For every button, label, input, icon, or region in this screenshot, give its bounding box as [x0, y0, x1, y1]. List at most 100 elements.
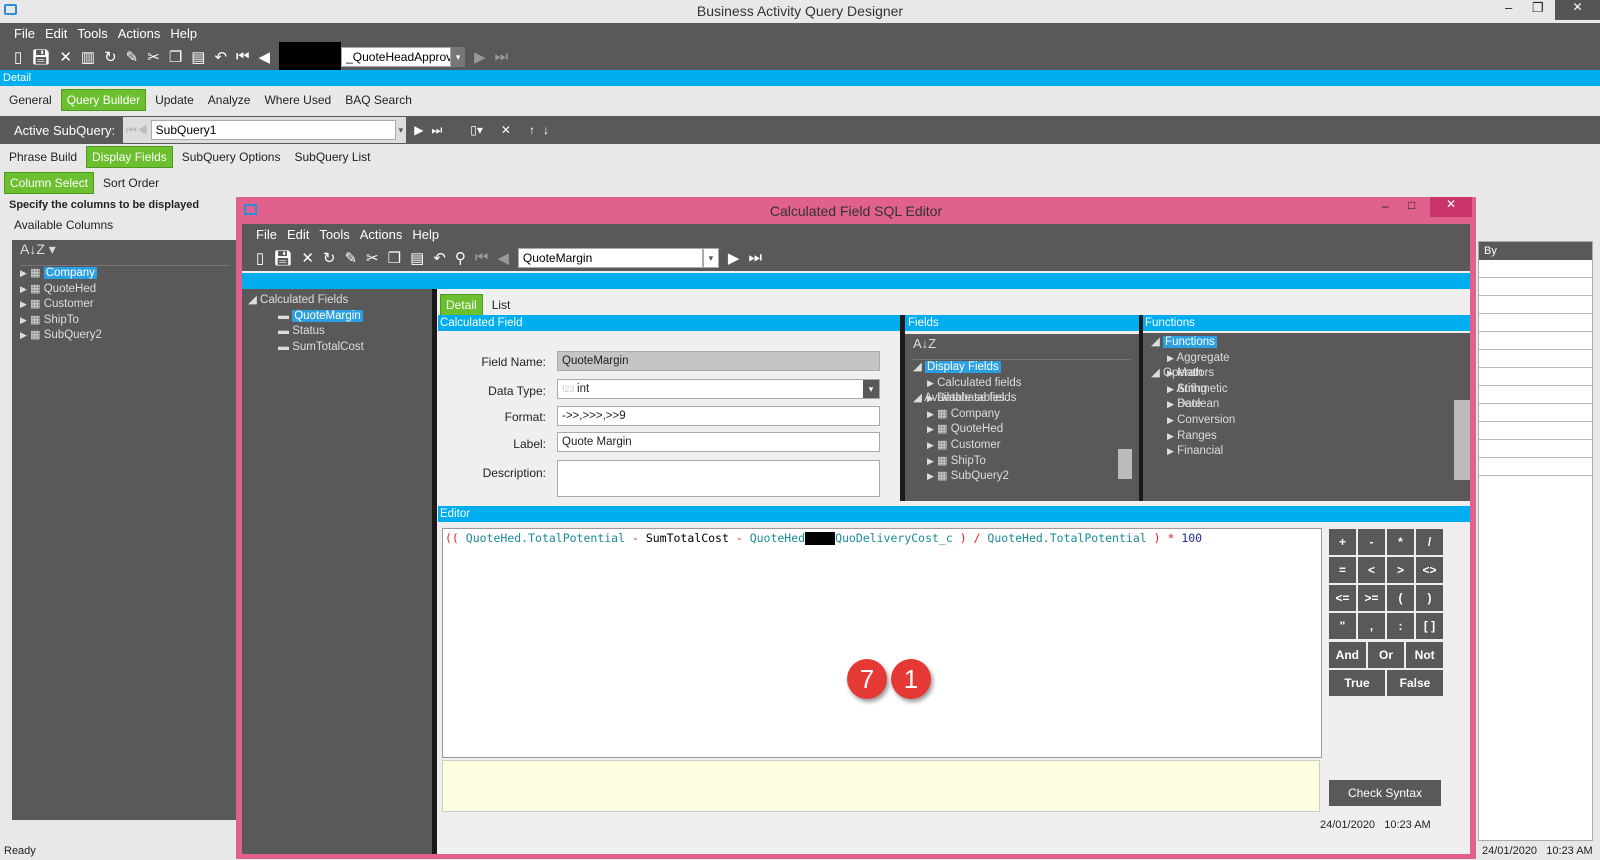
format-input[interactable]: ->>,>>>,>>9 [557, 406, 880, 426]
key-button[interactable]: , [1357, 612, 1386, 640]
table-subquery2[interactable]: ▶ ▦ SubQuery2 [913, 469, 1131, 485]
true-button[interactable]: True [1328, 669, 1386, 697]
expression-editor[interactable]: (( QuoteHed.TotalPotential - SumTotalCos… [442, 528, 1322, 758]
delete-icon[interactable]: ✕ [501, 123, 511, 137]
paste-icon[interactable]: ▤ [410, 249, 424, 267]
function-group-aggregate[interactable]: ▶ Aggregate [1151, 351, 1462, 367]
table-shipto[interactable]: ▶ ▦ ShipTo [913, 454, 1131, 470]
key-button[interactable]: >= [1357, 584, 1386, 612]
tab-analyze[interactable]: Analyze [203, 90, 256, 110]
sort-az-icon[interactable]: A↓Z [913, 336, 1131, 360]
function-group-ranges[interactable]: ▶ Ranges [1151, 429, 1462, 445]
check-syntax-button[interactable]: Check Syntax [1328, 779, 1442, 807]
prev-icon[interactable]: ◀ [259, 48, 271, 66]
display-columns-grid[interactable]: By [1478, 241, 1593, 841]
tab-subquery-options[interactable]: SubQuery Options [177, 147, 286, 167]
grid-row[interactable] [1479, 458, 1592, 476]
menu-edit[interactable]: Edit [287, 227, 309, 242]
calc-field-select[interactable]: QuoteMargin [517, 247, 703, 268]
function-group-conversion[interactable]: ▶ Conversion [1151, 413, 1462, 429]
chevron-down-icon[interactable]: ▾ [399, 125, 404, 136]
functions-tree[interactable]: ◢ Functions ▶ Aggregate ▶ Math ▶ String ▶ D… [1143, 333, 1470, 501]
key-button[interactable]: [ ] [1415, 612, 1444, 640]
menu-tools[interactable]: Tools [319, 227, 349, 242]
tab-query-builder[interactable]: Query Builder [60, 89, 147, 111]
available-columns-tree[interactable]: A↓Z ▾ ▶ ▦ Company ▶ ▦ QuoteHed ▶ ▦ Custome… [12, 240, 237, 820]
menu-actions[interactable]: Actions [118, 26, 161, 41]
undo-icon[interactable]: ↶ [214, 48, 227, 66]
and-button[interactable]: And [1328, 641, 1367, 669]
dialog-close-button[interactable]: ✕ [1430, 197, 1472, 217]
last-icon[interactable]: ⏭ [495, 48, 509, 65]
label-input[interactable]: Quote Margin [557, 432, 880, 452]
grid-row[interactable] [1479, 368, 1592, 386]
fields-scrollbar[interactable] [1118, 449, 1132, 479]
tab-list[interactable]: List [487, 295, 516, 315]
calc-field-status[interactable]: ▬ Status [248, 324, 426, 340]
next-icon[interactable]: ▶ [728, 249, 740, 267]
key-button[interactable]: ) [1415, 584, 1444, 612]
clear-icon[interactable]: ✎ [344, 249, 357, 267]
menu-file[interactable]: File [14, 26, 35, 41]
prev-icon[interactable]: ◀ [497, 249, 509, 267]
tab-general[interactable]: General [4, 90, 57, 110]
sort-az-icon[interactable]: A↓Z ▾ [20, 241, 229, 266]
tree-root[interactable]: ◢ Calculated Fields [248, 293, 426, 309]
tab-phrase-build[interactable]: Phrase Build [4, 147, 82, 167]
grid-row[interactable] [1479, 260, 1592, 278]
delete-icon[interactable]: ✕ [301, 249, 314, 267]
new-icon[interactable]: ▯ [14, 48, 22, 66]
last-icon[interactable]: ⏭ [431, 123, 442, 138]
cut-icon[interactable]: ✂ [366, 249, 379, 267]
operator-group-boolean[interactable]: ▶ Boolean [1151, 397, 1462, 413]
search-icon[interactable]: ⚲ [455, 249, 466, 267]
close-button[interactable]: ✕ [1555, 0, 1600, 20]
next-icon[interactable]: ▶ [474, 48, 486, 66]
refresh-icon[interactable]: ↻ [104, 48, 117, 66]
key-button[interactable]: " [1328, 612, 1357, 640]
key-button[interactable]: / [1415, 528, 1444, 556]
subquery-select[interactable]: SubQuery1 [150, 120, 396, 140]
grid-row[interactable] [1479, 296, 1592, 314]
table-quotehed[interactable]: ▶ ▦ QuoteHed [20, 282, 229, 298]
false-button[interactable]: False [1386, 669, 1444, 697]
grid-row[interactable] [1479, 440, 1592, 458]
new-icon[interactable]: ▯ [256, 249, 264, 267]
table-company[interactable]: ▶ ▦ Company [20, 266, 229, 282]
grid-row[interactable] [1479, 404, 1592, 422]
grid-row[interactable] [1479, 278, 1592, 296]
table-customer[interactable]: ▶ ▦ Customer [20, 297, 229, 313]
menu-actions[interactable]: Actions [360, 227, 403, 242]
tab-subquery-list[interactable]: SubQuery List [289, 147, 375, 167]
delete-icon[interactable]: ✕ [59, 48, 72, 66]
key-button[interactable]: <= [1328, 584, 1357, 612]
grid-row[interactable] [1479, 314, 1592, 332]
copy-icon[interactable]: ❐ [388, 249, 401, 267]
key-button[interactable]: + [1328, 528, 1357, 556]
field-name-input[interactable]: QuoteMargin [557, 351, 880, 371]
maximize-button[interactable]: □ [1408, 198, 1415, 212]
table-company[interactable]: ▶ ▦ Company [913, 407, 1131, 423]
key-button[interactable]: > [1386, 556, 1415, 584]
chevron-down-icon[interactable]: ▾ [863, 380, 879, 398]
calculated-fields-tree[interactable]: ◢ Calculated Fields ▬ QuoteMargin ▬ Statu… [242, 289, 432, 854]
chevron-down-icon[interactable]: ▾ [451, 46, 466, 67]
tab-column-select[interactable]: Column Select [4, 172, 95, 194]
copy-icon[interactable]: ❐ [169, 48, 182, 66]
key-button[interactable]: : [1386, 612, 1415, 640]
first-icon[interactable]: ⏮ [475, 249, 489, 266]
save-icon[interactable]: 💾︎ [31, 48, 50, 66]
key-button[interactable]: ( [1386, 584, 1415, 612]
move-up-icon[interactable]: ↑ [529, 123, 535, 137]
description-input[interactable] [557, 460, 880, 497]
tab-display-fields[interactable]: Display Fields [86, 146, 173, 168]
attach-icon[interactable]: ▥ [81, 48, 95, 66]
menu-help[interactable]: Help [412, 227, 439, 242]
grid-row[interactable] [1479, 386, 1592, 404]
key-button[interactable]: - [1357, 528, 1386, 556]
restore-button[interactable]: ❐ [1532, 0, 1544, 16]
calc-field-quotemargin[interactable]: ▬ QuoteMargin [248, 309, 426, 325]
chevron-down-icon[interactable]: ▾ [702, 247, 719, 268]
menu-tools[interactable]: Tools [77, 26, 107, 41]
tab-detail[interactable]: Detail [440, 294, 483, 316]
